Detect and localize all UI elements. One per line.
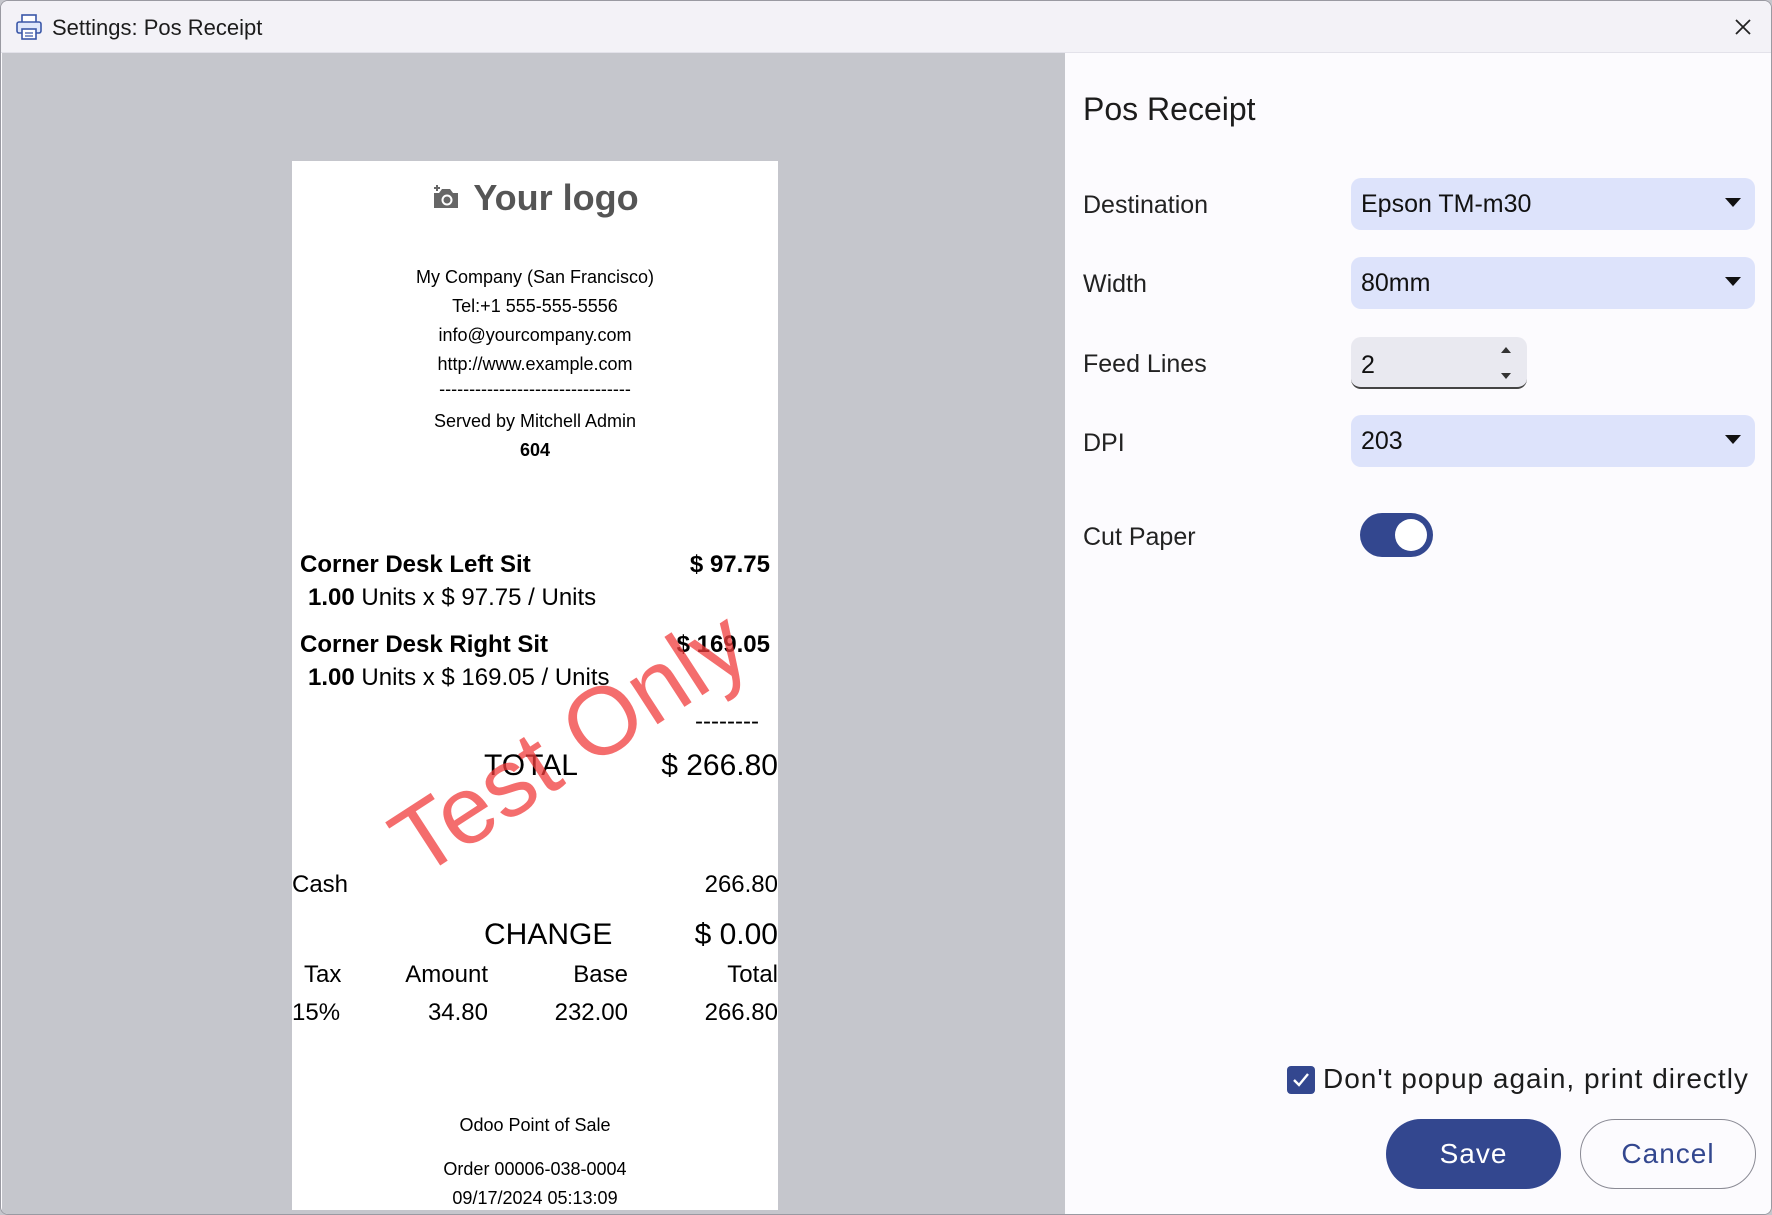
destination-select[interactable]: Epson TM-m30	[1351, 178, 1755, 230]
panel-heading: Pos Receipt	[1083, 91, 1256, 127]
save-button[interactable]: Save	[1386, 1119, 1561, 1189]
receipt-logo: Your logo	[292, 171, 778, 225]
title-bar: Settings: Pos Receipt	[1, 1, 1771, 53]
receipt-divider: --------------------------------	[439, 379, 631, 399]
tax-header: Amount	[405, 961, 488, 988]
company-name: My Company (San Francisco)	[415, 267, 655, 287]
width-label: Width	[1083, 270, 1147, 298]
change-value: $ 0.00	[694, 918, 778, 951]
tax-header: Total	[727, 961, 778, 988]
dpi-value: 203	[1361, 427, 1403, 455]
line-item-name: Corner Desk Left Sit	[300, 551, 531, 578]
width-select[interactable]: 80mm	[1351, 257, 1755, 309]
payment-amount: 266.80	[704, 871, 778, 898]
tax-cell: 266.80	[704, 999, 778, 1026]
tax-cell: 34.80	[427, 999, 488, 1026]
order-reference: Order 00006-038-0004	[443, 1159, 627, 1179]
company-phone: Tel:+1 555-555-5556	[452, 296, 618, 316]
tax-cell: 15%	[292, 999, 341, 1026]
line-item-detail: Units x $ 169.05 / Units	[361, 664, 610, 691]
close-icon	[1735, 19, 1751, 35]
printer-icon	[15, 13, 43, 41]
line-item-qty: 1.00	[308, 584, 355, 611]
logo-text: Your logo	[473, 177, 639, 218]
cancel-button[interactable]: Cancel	[1580, 1119, 1756, 1189]
line-item-price: $ 169.05	[676, 631, 770, 658]
settings-dialog: Settings: Pos Receipt Your logo My Compa…	[0, 0, 1772, 1215]
cut-paper-toggle[interactable]	[1360, 513, 1433, 557]
line-item-detail: Units x $ 97.75 / Units	[361, 584, 597, 611]
company-website: http://www.example.com	[437, 354, 633, 374]
feed-lines-value: 2	[1361, 351, 1375, 379]
receipt-footer: Odoo Point of Sale	[459, 1115, 611, 1135]
receipt-preview: Your logo My Company (San Francisco) Tel…	[292, 161, 778, 1210]
payment-method: Cash	[292, 871, 349, 898]
checkmark-icon	[1293, 1073, 1309, 1087]
order-number: 604	[519, 440, 551, 460]
tax-cell: 232.00	[554, 999, 628, 1026]
order-datetime: 09/17/2024 05:13:09	[452, 1188, 618, 1208]
tax-header: Base	[573, 961, 628, 988]
tax-header: Tax	[304, 961, 342, 988]
settings-panel: Pos Receipt Destination Epson TM-m30 Wid…	[1065, 53, 1771, 1214]
dpi-select[interactable]: 203	[1351, 415, 1755, 467]
camera-icon	[434, 185, 459, 208]
company-email: info@yourcompany.com	[438, 325, 632, 345]
close-button[interactable]	[1725, 11, 1761, 43]
chevron-down-icon	[1725, 435, 1741, 444]
dont-popup-label[interactable]: Don't popup again, print directly	[1323, 1063, 1749, 1095]
chevron-down-icon	[1725, 198, 1741, 207]
line-item-name: Corner Desk Right Sit	[300, 631, 549, 658]
dpi-label: DPI	[1083, 429, 1125, 457]
destination-label: Destination	[1083, 191, 1209, 219]
stepper-up-icon[interactable]	[1501, 347, 1511, 353]
window-title: Settings: Pos Receipt	[52, 15, 263, 40]
chevron-down-icon	[1725, 277, 1741, 286]
stepper-down-icon[interactable]	[1501, 373, 1511, 379]
destination-value: Epson TM-m30	[1361, 190, 1532, 218]
line-item-qty: 1.00	[308, 664, 355, 691]
total-label: TOTAL	[484, 749, 578, 782]
line-item-price: $ 97.75	[689, 551, 770, 578]
feed-lines-label: Feed Lines	[1083, 350, 1207, 378]
width-value: 80mm	[1361, 269, 1431, 297]
receipt-preview-pane: Your logo My Company (San Francisco) Tel…	[2, 53, 1065, 1214]
served-by: Served by Mitchell Admin	[433, 411, 637, 431]
total-value: $ 266.80	[661, 749, 778, 782]
cut-paper-label: Cut Paper	[1083, 523, 1196, 551]
toggle-knob	[1395, 519, 1427, 551]
feed-lines-stepper[interactable]: 2	[1351, 337, 1527, 389]
total-divider: --------	[695, 708, 759, 735]
dont-popup-checkbox[interactable]	[1287, 1066, 1315, 1094]
